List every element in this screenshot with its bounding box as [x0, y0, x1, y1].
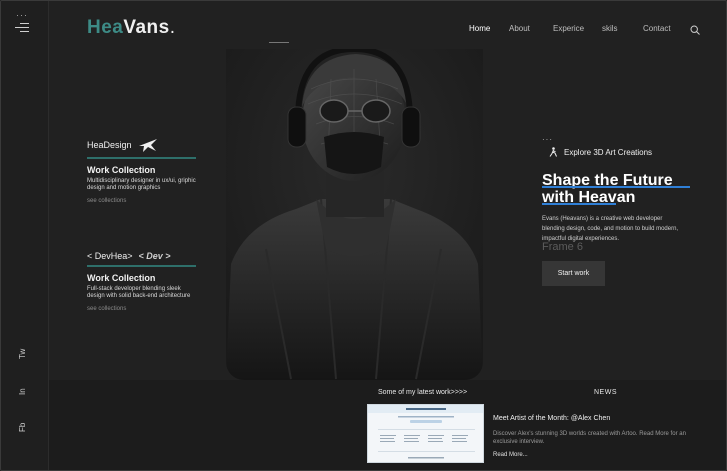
frame-label: Frame 6 [542, 241, 583, 253]
right-dots: ··· [542, 129, 553, 147]
logo-part-2: Vans [123, 17, 170, 38]
dev-card-description: Full-stack developer blending sleek desi… [87, 286, 191, 299]
hero-portrait-image [226, 49, 483, 380]
site-logo[interactable]: HeaVans. [87, 17, 176, 39]
side-rail: ··· Tw In Fb [1, 1, 49, 470]
dev-card-divider [87, 265, 196, 267]
design-card-description: Multidisciplinary designer in ux/ui, gri… [87, 178, 196, 191]
nav-indicator [269, 42, 289, 43]
explore-label: Explore 3D Art Creations [564, 147, 653, 157]
social-linkedin-link[interactable]: In [18, 388, 27, 395]
nav-skills[interactable]: skils [602, 24, 618, 33]
latest-work-label: Some of my latest work>>>> [378, 389, 468, 396]
hero-headline: Shape the Future with Heavan [542, 172, 712, 206]
latest-work-thumbnail[interactable] [367, 404, 484, 463]
dev-card-heading: < DevHea> [87, 251, 133, 261]
nav-contact[interactable]: Contact [643, 24, 671, 33]
headline-underline-1 [542, 186, 690, 188]
logo-part-1: Hea [87, 17, 124, 38]
logo-dot: . [169, 17, 176, 38]
headline-underline-2 [542, 203, 616, 205]
search-icon[interactable] [690, 25, 700, 35]
dev-card-link[interactable]: see collections [87, 306, 197, 312]
social-facebook-link[interactable]: Fb [18, 423, 27, 432]
nav-home[interactable]: Home [469, 24, 490, 33]
page: ··· Tw In Fb • • • HeaVans. Home About E… [0, 0, 727, 471]
design-card-link[interactable]: see collections [87, 198, 197, 204]
news-article-title[interactable]: Meet Artist of the Month: @Alex Chen [493, 415, 610, 422]
design-card-title: Work Collection [87, 165, 156, 175]
read-more-link[interactable]: Read More... [493, 452, 528, 458]
explore-row[interactable]: Explore 3D Art Creations [549, 147, 652, 157]
nav-about[interactable]: About [509, 24, 530, 33]
start-work-button[interactable]: Start work [542, 261, 605, 286]
person-walking-icon [549, 147, 557, 157]
design-card: HeaDesign Work Collection Multidisciplin… [87, 137, 197, 204]
dev-card-title: Work Collection [87, 273, 156, 283]
hero-description: Evans (Heavans) is a creative web develo… [542, 216, 679, 242]
design-card-divider [87, 157, 196, 159]
dev-card: < DevHea> < Dev > Work Collection Full-s… [87, 251, 197, 312]
news-article-description: Discover Alex's stunning 3D worlds creat… [493, 431, 686, 445]
design-card-heading: HeaDesign [87, 140, 132, 150]
hamburger-menu-icon[interactable] [15, 23, 29, 33]
rail-dots: ··· [16, 10, 28, 20]
airplane-icon [138, 139, 157, 152]
news-label: NEWS [594, 389, 617, 396]
right-dots-text: ··· [542, 135, 553, 144]
dev-badge: < Dev > [138, 251, 171, 261]
nav-experience[interactable]: Experice [553, 24, 584, 33]
social-twitter-link[interactable]: Tw [18, 349, 27, 359]
